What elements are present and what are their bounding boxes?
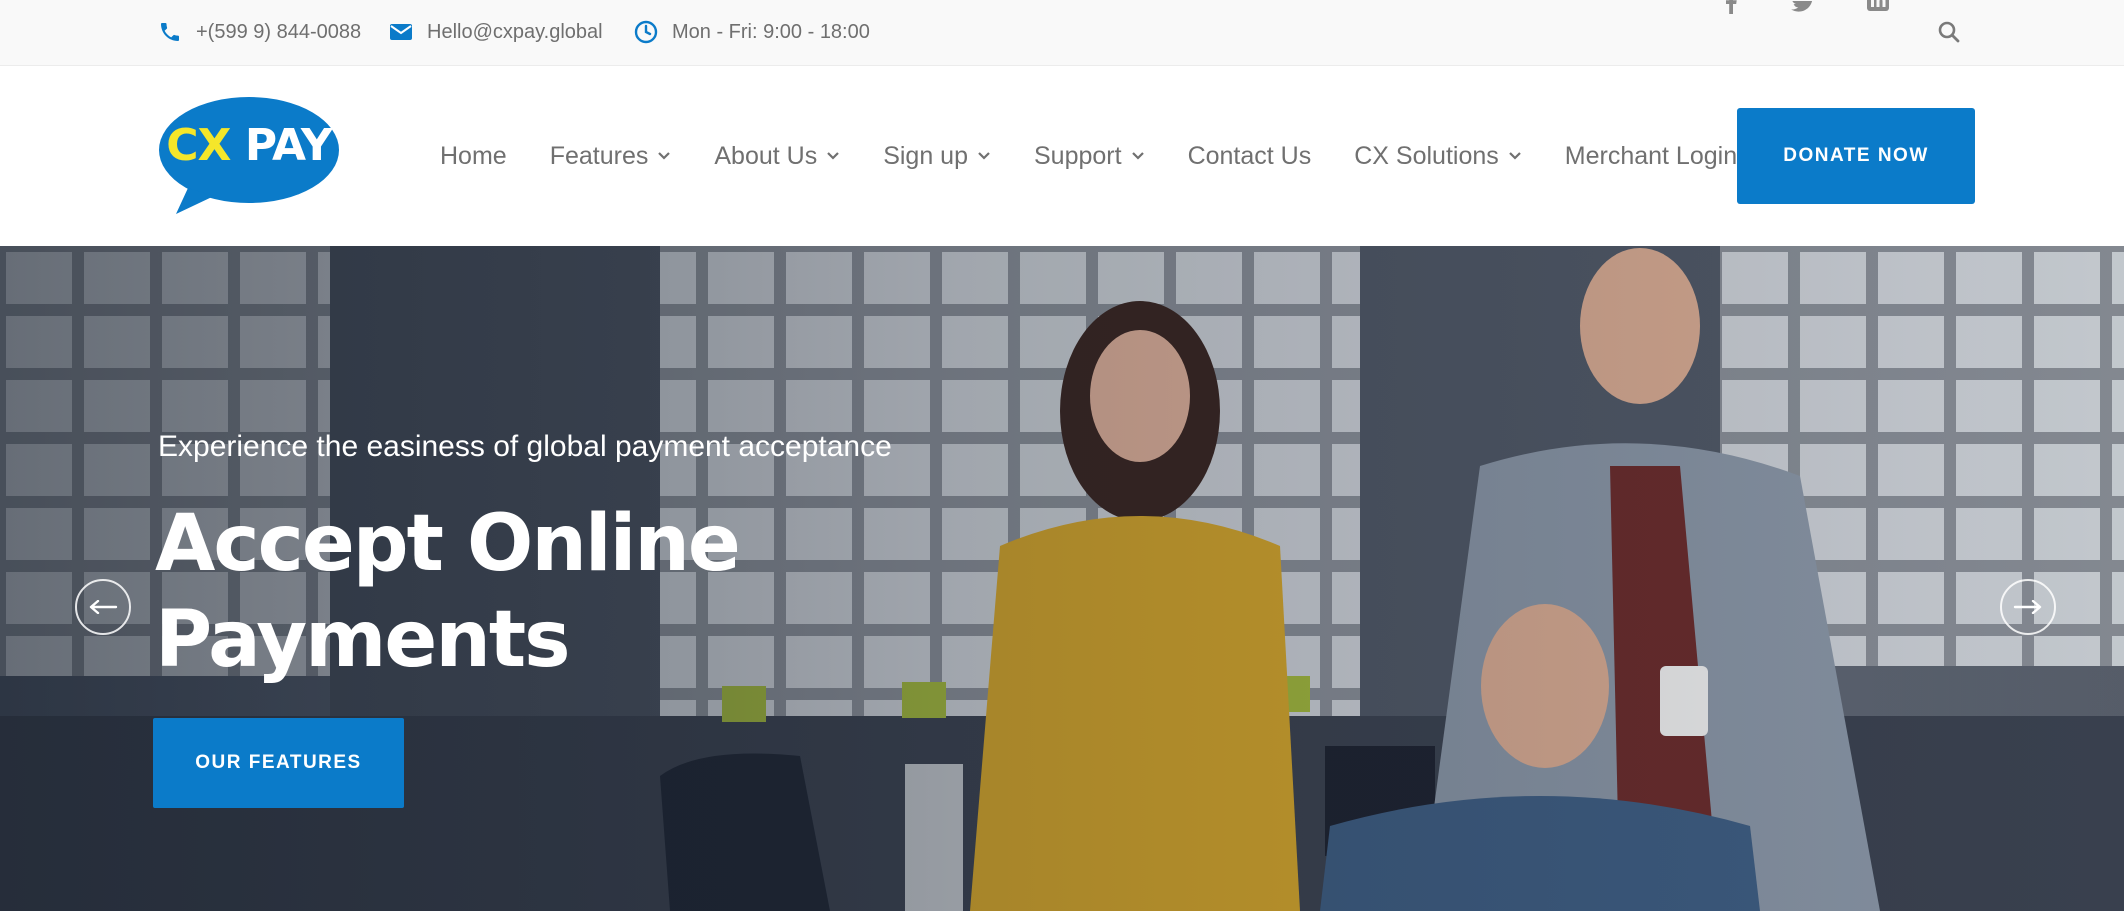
hero-title-line2: Payments bbox=[155, 595, 571, 685]
nav-label: Sign up bbox=[883, 141, 968, 170]
chevron-down-icon bbox=[1508, 152, 1521, 160]
nav-label: Contact Us bbox=[1187, 141, 1312, 170]
phone-contact[interactable]: +(599 9) 844-0088 bbox=[158, 17, 361, 47]
envelope-icon bbox=[390, 24, 412, 40]
chevron-down-icon bbox=[978, 152, 990, 160]
twitter-icon[interactable] bbox=[1790, 0, 1816, 22]
nav-label: Features bbox=[549, 141, 649, 170]
email-address: Hello@cxpay.global bbox=[427, 20, 603, 43]
chevron-down-icon bbox=[827, 152, 839, 160]
arrow-left-icon bbox=[89, 600, 118, 614]
nav-label: Merchant Login bbox=[1564, 141, 1738, 170]
chevron-down-icon bbox=[658, 152, 671, 160]
logo-pay: PAY bbox=[244, 120, 333, 171]
phone-icon bbox=[161, 23, 179, 41]
site-header: CX PAY Home Features About Us Sign up Su… bbox=[0, 66, 2124, 246]
phone-number: +(599 9) 844-0088 bbox=[196, 20, 362, 43]
nav-item-features[interactable]: Features bbox=[550, 142, 672, 171]
search-icon[interactable] bbox=[1936, 19, 1962, 45]
nav-item-sign-up[interactable]: Sign up bbox=[883, 142, 991, 171]
nav-item-support[interactable]: Support bbox=[1034, 142, 1145, 171]
nav-item-about-us[interactable]: About Us bbox=[714, 142, 840, 171]
nav-label: About Us bbox=[714, 141, 818, 170]
nav-item-contact-us[interactable]: Contact Us bbox=[1188, 142, 1312, 171]
chevron-down-icon bbox=[1131, 152, 1144, 160]
cxpay-logo[interactable]: CX PAY bbox=[158, 96, 340, 216]
hero-slider: Experience the easiness of global paymen… bbox=[0, 246, 2124, 911]
nav-item-cx-solutions[interactable]: CX Solutions bbox=[1354, 142, 1522, 171]
hours-info: Mon - Fri: 9:00 - 18:00 bbox=[634, 17, 870, 47]
slider-next-button[interactable] bbox=[2000, 579, 2056, 635]
logo-cx: CX bbox=[166, 120, 231, 171]
arrow-right-icon bbox=[2013, 600, 2042, 614]
nav-label: Support bbox=[1034, 141, 1122, 170]
hero-subtitle: Experience the easiness of global paymen… bbox=[158, 430, 892, 463]
facebook-icon[interactable] bbox=[1718, 0, 1744, 22]
hero-title-line1: Accept Online bbox=[155, 499, 741, 589]
top-bar: +(599 9) 844-0088 Hello@cxpay.global Mon… bbox=[0, 0, 2124, 66]
main-nav: Home Features About Us Sign up Support C… bbox=[440, 66, 1737, 246]
slider-prev-button[interactable] bbox=[75, 579, 131, 635]
nav-item-merchant-login[interactable]: Merchant Login bbox=[1565, 142, 1737, 171]
logo-wordmark: CX PAY bbox=[158, 118, 340, 174]
business-hours: Mon - Fri: 9:00 - 18:00 bbox=[672, 20, 870, 43]
nav-item-home[interactable]: Home bbox=[440, 142, 507, 171]
linkedin-icon[interactable] bbox=[1865, 0, 1891, 22]
hero-title: Accept Online Payments bbox=[155, 496, 915, 688]
donate-now-button[interactable]: DONATE NOW bbox=[1737, 108, 1975, 204]
email-contact[interactable]: Hello@cxpay.global bbox=[389, 17, 603, 47]
clock-icon bbox=[634, 20, 658, 44]
our-features-button[interactable]: OUR FEATURES bbox=[153, 718, 404, 808]
nav-label: Home bbox=[440, 141, 507, 170]
nav-label: CX Solutions bbox=[1354, 141, 1499, 170]
